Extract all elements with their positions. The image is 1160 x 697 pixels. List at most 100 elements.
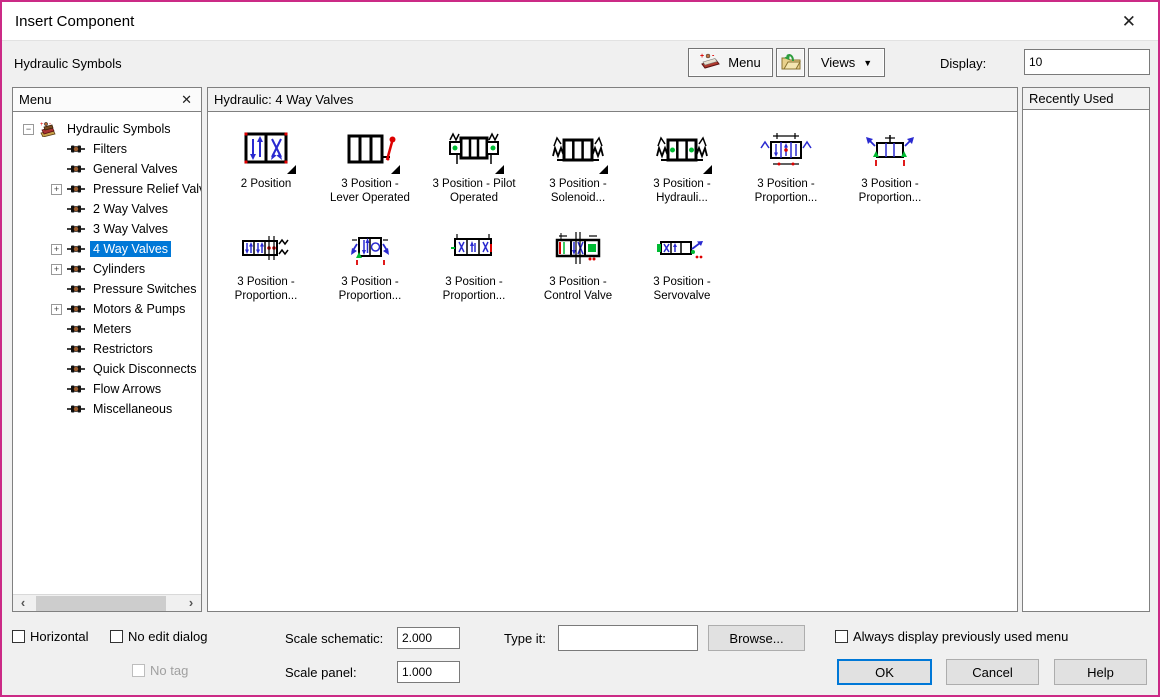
tree-item-label: Flow Arrows xyxy=(90,381,164,397)
symbol-list-panel: Hydraulic: 4 Way Valves 2 Position3 Posi… xyxy=(207,87,1018,612)
tree-item-label: 4 Way Valves xyxy=(90,241,171,257)
checkbox-icon xyxy=(132,664,145,677)
close-icon[interactable]: ✕ xyxy=(1116,10,1142,34)
folder-up-icon xyxy=(780,51,802,74)
tree-item-label: Motors & Pumps xyxy=(90,301,188,317)
submenu-corner-icon xyxy=(703,165,712,174)
symbol-label: 3 Position -Servovalve xyxy=(630,275,734,303)
symbol-3-position-control-valve[interactable]: 3 Position -Control Valve xyxy=(526,219,630,317)
valve-proportional-3-icon xyxy=(214,225,318,271)
scale-schematic-label: Scale schematic: xyxy=(285,631,383,646)
menu-panel-header: Menu ✕ xyxy=(13,88,201,112)
tree-item-4-way-valves[interactable]: +4 Way Valves xyxy=(13,239,201,259)
menu-button-label: Menu xyxy=(728,55,761,70)
tree-item-meters[interactable]: Meters xyxy=(13,319,201,339)
recently-used-header: Recently Used xyxy=(1023,88,1149,110)
symbol-3-position-proportion[interactable]: 3 Position -Proportion... xyxy=(214,219,318,317)
tree-item-pressure-switches[interactable]: Pressure Switches xyxy=(13,279,201,299)
valve-proportional-5-icon xyxy=(422,225,526,271)
svg-text:+: + xyxy=(700,53,704,60)
symbol-2-position[interactable]: 2 Position xyxy=(214,121,318,219)
tree-item-label: Miscellaneous xyxy=(90,401,175,417)
tree-item-label: Quick Disconnects xyxy=(90,361,200,377)
valve-node-icon xyxy=(67,384,85,394)
no-edit-dialog-checkbox[interactable]: No edit dialog xyxy=(110,629,208,644)
tree-item-hydraulic-symbols[interactable]: −+-Hydraulic Symbols xyxy=(13,119,201,139)
tree-item-cylinders[interactable]: +Cylinders xyxy=(13,259,201,279)
symbol-label: 3 Position -Control Valve xyxy=(526,275,630,303)
always-display-label: Always display previously used menu xyxy=(853,629,1068,644)
valve-lever-operated-icon xyxy=(318,127,422,173)
ok-button[interactable]: OK xyxy=(837,659,932,685)
menu-button[interactable]: + - Menu xyxy=(688,48,773,77)
scrollbar-thumb[interactable] xyxy=(36,596,166,611)
valve-servo-icon xyxy=(630,225,734,271)
help-button[interactable]: Help xyxy=(1054,659,1147,685)
symbol-label: 3 Position -Solenoid... xyxy=(526,177,630,205)
valve-node-icon xyxy=(67,344,85,354)
symbol-3-position-proportion[interactable]: 3 Position -Proportion... xyxy=(422,219,526,317)
type-it-input[interactable] xyxy=(558,625,698,651)
tree-item-label: Meters xyxy=(90,321,134,337)
svg-text:+: + xyxy=(40,122,44,128)
checkbox-icon xyxy=(12,630,25,643)
tree-item-3-way-valves[interactable]: 3 Way Valves xyxy=(13,219,201,239)
submenu-corner-icon xyxy=(599,165,608,174)
symbol-3-position-servovalve[interactable]: 3 Position -Servovalve xyxy=(630,219,734,317)
tree-item-miscellaneous[interactable]: Miscellaneous xyxy=(13,399,201,419)
tree-item-pressure-relief-valves[interactable]: + Pressure Relief Valves xyxy=(13,179,201,199)
scroll-right-icon[interactable]: › xyxy=(183,595,199,611)
horizontal-checkbox[interactable]: Horizontal xyxy=(12,629,89,644)
valve-2-position-icon xyxy=(214,127,318,173)
symbol-3-position-proportion[interactable]: 3 Position -Proportion... xyxy=(838,121,942,219)
tree-item-general-valves[interactable]: General Valves xyxy=(13,159,201,179)
valve-hydraulic-icon xyxy=(630,127,734,173)
tree-item-quick-disconnects[interactable]: Quick Disconnects xyxy=(13,359,201,379)
symbol-label: 2 Position xyxy=(214,177,318,191)
cancel-button[interactable]: Cancel xyxy=(946,659,1039,685)
expand-icon[interactable]: + xyxy=(51,304,62,315)
always-display-checkbox[interactable]: Always display previously used menu xyxy=(835,629,1068,644)
valve-proportional-1-icon xyxy=(734,127,838,173)
scroll-left-icon[interactable]: ‹ xyxy=(15,595,31,611)
no-edit-dialog-label: No edit dialog xyxy=(128,629,208,644)
submenu-corner-icon xyxy=(287,165,296,174)
symbol-panel-title: Hydraulic: 4 Way Valves xyxy=(214,92,353,107)
valve-node-icon xyxy=(67,144,85,154)
tree-item-label: Pressure Switches xyxy=(90,281,200,297)
svg-text:-: - xyxy=(49,122,51,128)
symbol-3-position-lever-operated[interactable]: 3 Position -Lever Operated xyxy=(318,121,422,219)
no-tag-label: No tag xyxy=(150,663,188,678)
tree-item-motors-pumps[interactable]: + Motors & Pumps xyxy=(13,299,201,319)
menu-close-icon[interactable]: ✕ xyxy=(178,92,195,108)
scale-panel-input[interactable] xyxy=(397,661,460,683)
library-label: Hydraulic Symbols xyxy=(14,56,122,71)
tree-item-flow-arrows[interactable]: Flow Arrows xyxy=(13,379,201,399)
symbol-3-position-solenoid[interactable]: 3 Position -Solenoid... xyxy=(526,121,630,219)
tree-item-filters[interactable]: Filters xyxy=(13,139,201,159)
valve-proportional-2-icon xyxy=(838,127,942,173)
symbol-3-position-hydrauli[interactable]: 3 Position -Hydrauli... xyxy=(630,121,734,219)
tree-item-label: Pressure Relief Valves xyxy=(90,181,201,197)
symbol-3-position-pilot-operated[interactable]: 3 Position - PilotOperated xyxy=(422,121,526,219)
symbol-label: 3 Position -Proportion... xyxy=(422,275,526,303)
tree-item-2-way-valves[interactable]: 2 Way Valves xyxy=(13,199,201,219)
symbol-3-position-proportion[interactable]: 3 Position -Proportion... xyxy=(318,219,422,317)
expand-icon[interactable]: + xyxy=(51,184,62,195)
title-bar: Insert Component ✕ xyxy=(2,2,1158,40)
recently-used-panel: Recently Used xyxy=(1022,87,1150,612)
menu-panel-title: Menu xyxy=(19,92,52,107)
symbol-label: 3 Position -Proportion... xyxy=(734,177,838,205)
scale-schematic-input[interactable] xyxy=(397,627,460,649)
tree-item-label: Restrictors xyxy=(90,341,156,357)
expand-icon[interactable]: + xyxy=(51,244,62,255)
expand-icon[interactable]: + xyxy=(51,264,62,275)
views-dropdown-button[interactable]: Views ▼ xyxy=(808,48,885,77)
symbol-label: 3 Position -Proportion... xyxy=(318,275,422,303)
up-one-level-button[interactable] xyxy=(776,48,805,77)
browse-button[interactable]: Browse... xyxy=(708,625,805,651)
display-count-input[interactable] xyxy=(1024,49,1150,75)
tree-item-restrictors[interactable]: Restrictors xyxy=(13,339,201,359)
symbol-3-position-proportion[interactable]: 3 Position -Proportion... xyxy=(734,121,838,219)
collapse-icon[interactable]: − xyxy=(23,124,34,135)
